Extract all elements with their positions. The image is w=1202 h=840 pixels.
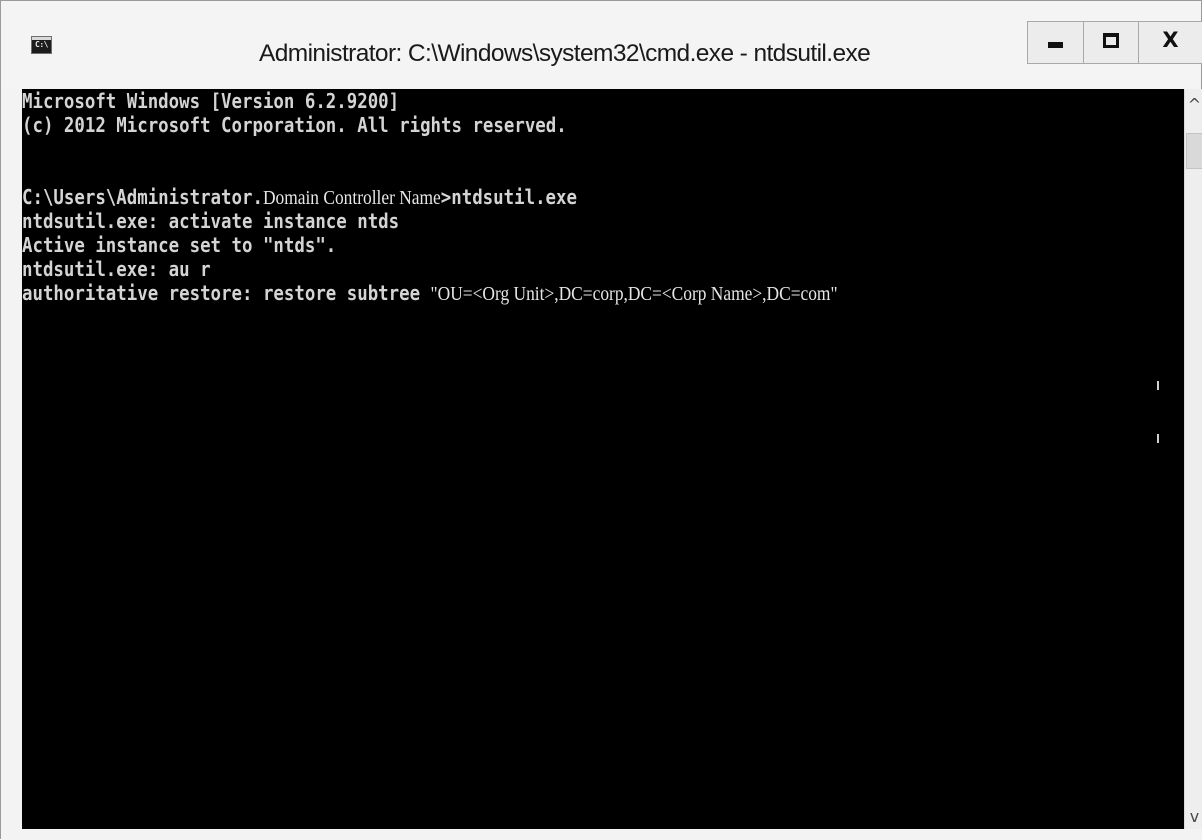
- console-line-restore: authoritative restore: restore subtree "…: [22, 281, 838, 306]
- console-line: (c) 2012 Microsoft Corporation. All righ…: [22, 113, 567, 137]
- console-line-prompt: C:\Users\Administrator.Domain Controller…: [22, 185, 577, 210]
- cursor-artifact: [1157, 381, 1159, 390]
- restore-command: authoritative restore: restore subtree: [22, 281, 431, 305]
- console-line: Active instance set to "ntds".: [22, 233, 337, 257]
- prompt-path: C:\Users\Administrator.: [22, 185, 263, 209]
- prompt-command: >ntdsutil.exe: [440, 185, 577, 209]
- window-title: Administrator: C:\Windows\system32\cmd.e…: [259, 40, 871, 67]
- cmd-icon-text: C:\: [35, 40, 48, 49]
- vertical-scrollbar[interactable]: ^ v: [1184, 89, 1202, 829]
- window-bottom-border: [1, 829, 1202, 840]
- title-bar[interactable]: C:\ Administrator: C:\Windows\system32\c…: [1, 1, 1202, 87]
- console-line: Microsoft Windows [Version 6.2.9200]: [22, 89, 400, 113]
- cmd-window: C:\ Administrator: C:\Windows\system32\c…: [0, 0, 1202, 840]
- scrollbar-thumb[interactable]: [1186, 133, 1202, 169]
- cursor-artifact: [1157, 434, 1159, 443]
- cmd-icon-bar: [32, 37, 51, 40]
- close-button[interactable]: X: [1139, 21, 1202, 64]
- console-line: ntdsutil.exe: au r: [22, 257, 211, 281]
- minimize-button[interactable]: [1027, 21, 1084, 64]
- minimize-icon: [1048, 42, 1063, 48]
- prompt-domain: Domain Controller Name: [262, 187, 441, 209]
- subtree-dn: "OU=<Org Unit>,DC=corp,DC=<Corp Name>,DC…: [430, 283, 838, 305]
- close-icon: X: [1162, 28, 1179, 52]
- maximize-button[interactable]: [1084, 21, 1139, 64]
- maximize-icon: [1103, 33, 1119, 48]
- console-line: ntdsutil.exe: activate instance ntds: [22, 209, 400, 233]
- console-output[interactable]: Microsoft Windows [Version 6.2.9200] (c)…: [22, 89, 1184, 829]
- chevron-up-icon[interactable]: ^: [1185, 95, 1202, 115]
- cmd-icon[interactable]: C:\: [31, 36, 52, 54]
- chevron-down-icon[interactable]: v: [1185, 807, 1202, 827]
